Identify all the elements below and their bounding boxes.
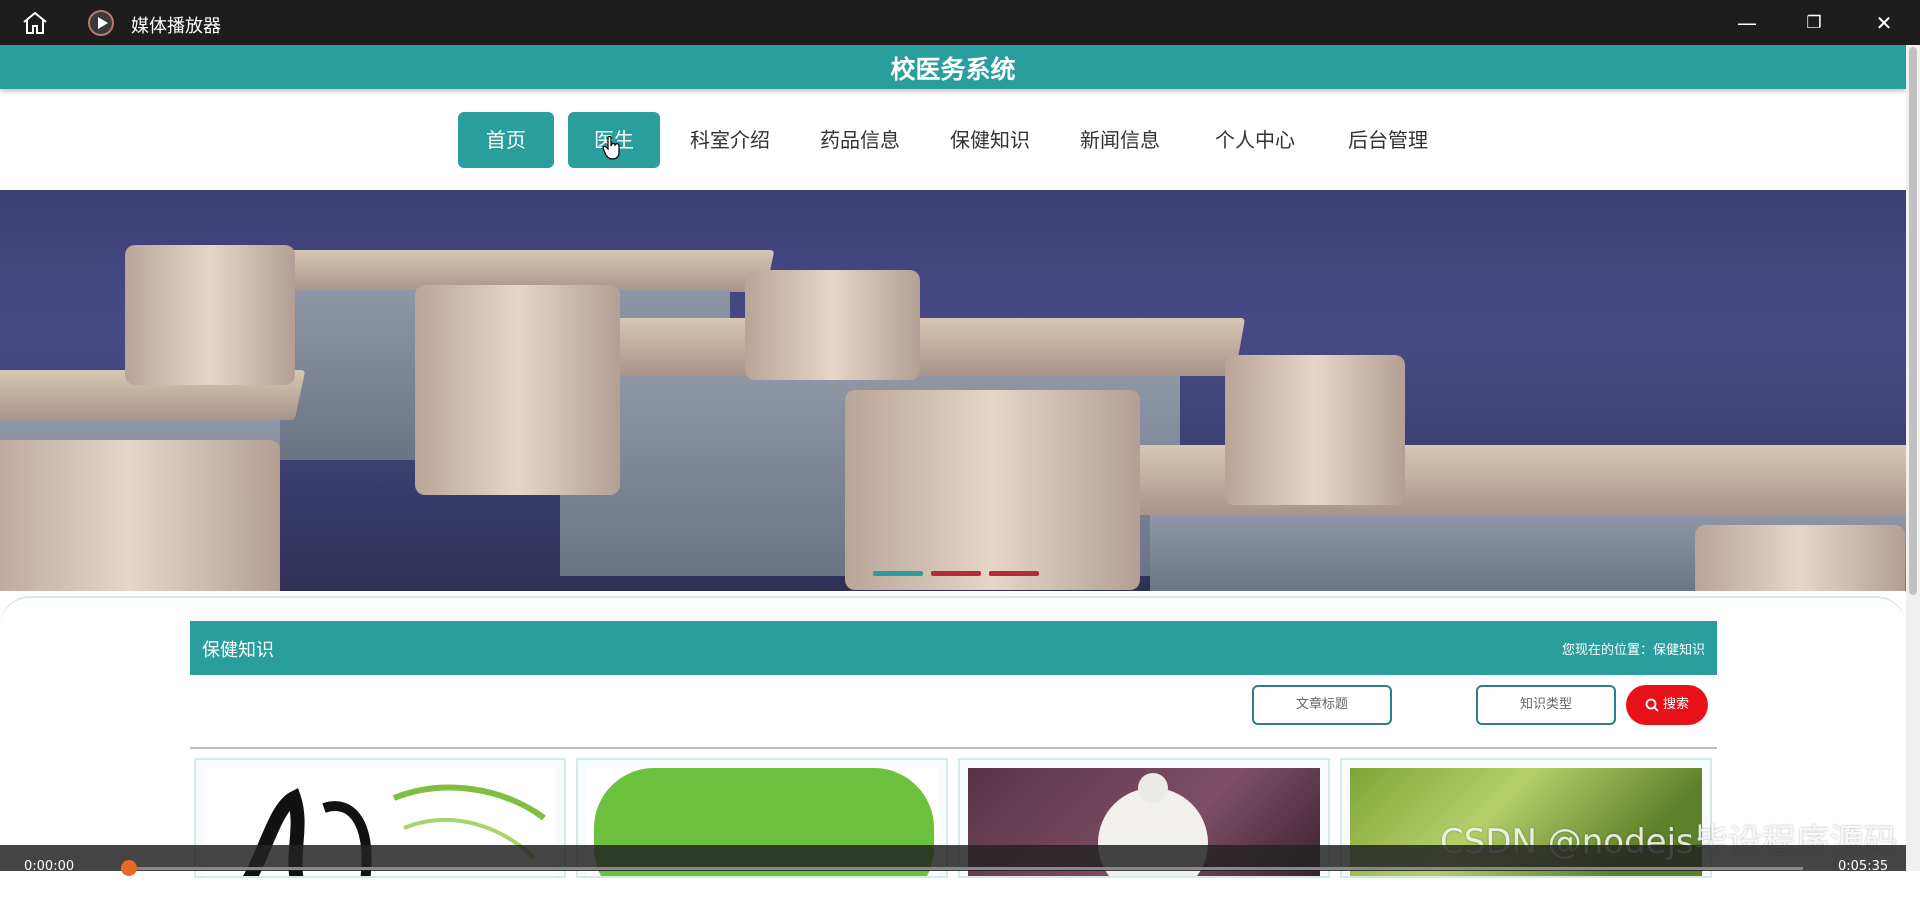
- window-title: 媒体播放器: [131, 16, 221, 37]
- chair: [125, 245, 295, 385]
- nav-item-home[interactable]: 首页: [458, 112, 554, 168]
- seek-handle[interactable]: [121, 860, 137, 876]
- knowledge-type-input[interactable]: 知识类型: [1476, 685, 1616, 725]
- search-button[interactable]: 搜索: [1626, 685, 1708, 725]
- chair: [0, 440, 280, 591]
- nav-item-news[interactable]: 新闻信息: [1070, 112, 1170, 168]
- total-time: 0:05:35: [1838, 859, 1889, 874]
- current-time: 0:00:00: [24, 859, 75, 874]
- nav-item-personal-center[interactable]: 个人中心: [1205, 112, 1305, 168]
- window-title-bar: 媒体播放器 — ❐ ✕: [0, 0, 1920, 45]
- minimize-button[interactable]: —: [1733, 10, 1761, 36]
- hand-cursor-icon: [602, 135, 620, 160]
- carousel-indicators: [873, 561, 1047, 580]
- breadcrumb: 您现在的位置：保健知识: [1562, 639, 1705, 658]
- vertical-scrollbar[interactable]: [1906, 45, 1920, 871]
- seek-bar[interactable]: [128, 867, 1803, 870]
- nav-item-admin[interactable]: 后台管理: [1338, 112, 1438, 168]
- carousel-dot[interactable]: [931, 571, 981, 576]
- banner-carousel[interactable]: [0, 190, 1906, 591]
- home-icon[interactable]: [20, 11, 50, 35]
- nav-item-health-knowledge[interactable]: 保健知识: [940, 112, 1040, 168]
- breadcrumb-current[interactable]: 保健知识: [1653, 643, 1705, 658]
- close-button[interactable]: ✕: [1870, 10, 1898, 36]
- divider: [190, 747, 1717, 749]
- media-player-app-icon: [88, 10, 114, 36]
- chair: [1225, 355, 1405, 505]
- media-controls: 0:00:00 0:05:35: [0, 845, 1920, 876]
- nav-item-departments[interactable]: 科室介绍: [680, 112, 780, 168]
- search-icon: [1645, 698, 1659, 712]
- maximize-button[interactable]: ❐: [1800, 10, 1828, 36]
- nav-item-medicine[interactable]: 药品信息: [810, 112, 910, 168]
- scrollbar-thumb[interactable]: [1909, 47, 1917, 595]
- chair: [745, 270, 920, 380]
- site-header: 校医务系统: [0, 45, 1906, 89]
- section-title: 保健知识: [202, 640, 274, 661]
- section-header: 保健知识 您现在的位置：保健知识: [190, 621, 1717, 675]
- chair: [415, 285, 620, 495]
- carousel-dot[interactable]: [873, 571, 923, 576]
- chair: [845, 390, 1140, 590]
- breadcrumb-prefix: 您现在的位置：: [1561, 643, 1653, 658]
- search-button-label: 搜索: [1662, 697, 1689, 712]
- site-title: 校医务系统: [890, 55, 1016, 84]
- main-nav: 首页 医生 科室介绍 药品信息 保健知识 新闻信息 个人中心 后台管理: [0, 112, 1906, 168]
- chair: [1695, 525, 1905, 591]
- article-title-input[interactable]: 文章标题: [1252, 685, 1392, 725]
- carousel-dot[interactable]: [989, 571, 1039, 576]
- teapot-lid: [1138, 773, 1168, 803]
